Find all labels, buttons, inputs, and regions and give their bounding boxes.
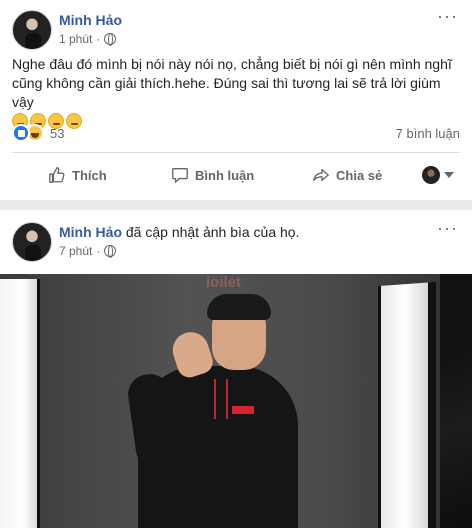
light-stand bbox=[440, 274, 472, 528]
profile-avatar-small bbox=[422, 166, 440, 184]
share-button[interactable]: Chia sẻ bbox=[312, 166, 382, 184]
reaction-count: 53 bbox=[50, 125, 65, 141]
post-meta: 7 phút · bbox=[59, 244, 117, 258]
globe-icon bbox=[104, 245, 117, 258]
author-name[interactable]: Minh Hảo bbox=[59, 12, 122, 28]
person-hair bbox=[207, 294, 271, 320]
action-bar: Thích Bình luận Chia sẻ bbox=[0, 157, 472, 193]
like-reaction-icon bbox=[12, 124, 30, 142]
author-avatar[interactable] bbox=[12, 10, 52, 50]
dot-separator: · bbox=[96, 32, 101, 46]
dot-separator: · bbox=[96, 244, 101, 258]
chevron-down-icon bbox=[444, 172, 454, 178]
hoodie-logo bbox=[232, 406, 254, 414]
globe-icon bbox=[104, 33, 117, 46]
comment-icon bbox=[172, 168, 188, 183]
like-label: Thích bbox=[72, 167, 107, 183]
watermark: ioilet bbox=[206, 274, 242, 291]
share-label: Chia sẻ bbox=[336, 167, 383, 183]
post-meta: 1 phút · bbox=[59, 32, 117, 46]
emoji-row bbox=[12, 113, 462, 129]
like-button[interactable]: Thích bbox=[48, 166, 107, 184]
thumbs-up-icon bbox=[49, 167, 65, 183]
relieved-emoji-icon bbox=[66, 113, 82, 129]
post-text: Nghe đâu đó mình bị nói này nói nọ, chẳn… bbox=[12, 55, 462, 129]
hoodie-string bbox=[214, 379, 216, 419]
cover-photo[interactable]: ioilet bbox=[0, 274, 472, 528]
comment-button[interactable]: Bình luận bbox=[171, 166, 254, 184]
comment-count[interactable]: 7 bình luận bbox=[396, 126, 460, 141]
reactions-summary[interactable]: 53 bbox=[12, 124, 64, 142]
post-card: Minh Hảo 1 phút · ··· Nghe đâu đó mình b… bbox=[0, 0, 472, 200]
more-options-icon[interactable]: ··· bbox=[437, 6, 458, 27]
share-arrow-icon bbox=[313, 168, 329, 182]
post-body: Nghe đâu đó mình bị nói này nói nọ, chẳn… bbox=[12, 56, 452, 110]
author-name[interactable]: Minh Hảo bbox=[59, 224, 122, 240]
more-options-icon[interactable]: ··· bbox=[437, 218, 458, 239]
audience-selector[interactable] bbox=[422, 166, 454, 184]
comment-label: Bình luận bbox=[195, 167, 255, 183]
author-avatar[interactable] bbox=[12, 222, 52, 262]
hoodie-string bbox=[226, 379, 228, 419]
post-card: Minh Hảo đã cập nhật ảnh bìa của họ. 7 p… bbox=[0, 210, 472, 528]
post-timestamp[interactable]: 7 phút bbox=[59, 244, 92, 258]
softbox-light-left bbox=[0, 279, 40, 528]
divider bbox=[12, 152, 460, 153]
post-header: Minh Hảo đã cập nhật ảnh bìa của họ. bbox=[59, 224, 299, 240]
post-timestamp[interactable]: 1 phút bbox=[59, 32, 92, 46]
softbox-light-right bbox=[378, 281, 436, 528]
activity-text: đã cập nhật ảnh bìa của họ. bbox=[125, 224, 300, 240]
